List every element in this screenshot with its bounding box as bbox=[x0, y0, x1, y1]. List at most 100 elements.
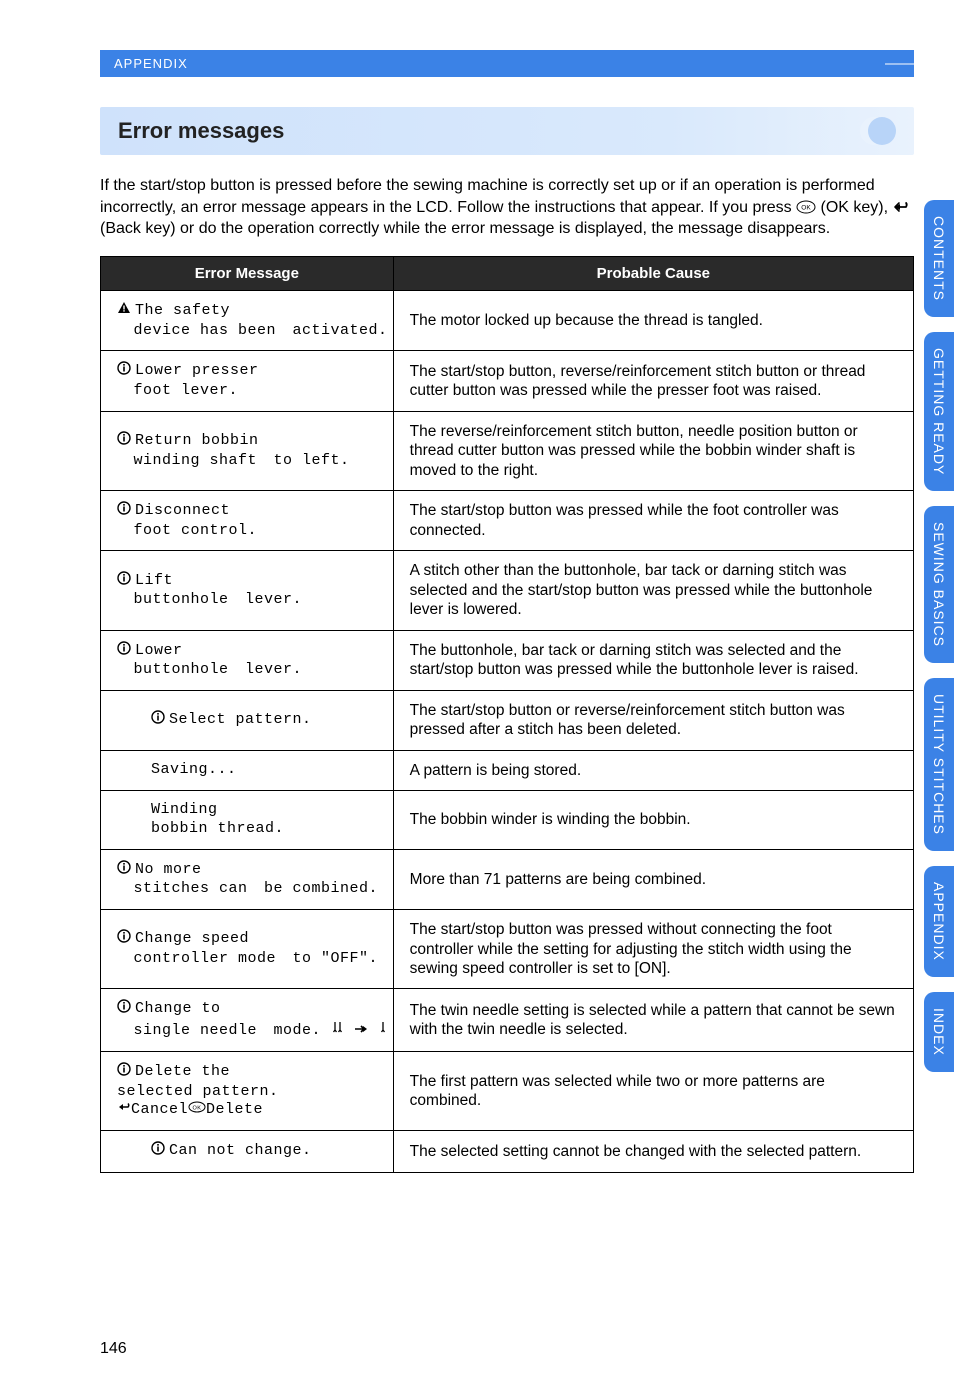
lcd-line: bobbin thread. bbox=[151, 820, 284, 839]
lcd-line: lever. bbox=[229, 591, 303, 610]
lcd-line: foot control. bbox=[117, 522, 257, 541]
info-icon bbox=[117, 999, 131, 1020]
lcd-line: buttonhole bbox=[117, 591, 229, 610]
lcd-line: be combined. bbox=[248, 880, 379, 899]
page-number: 146 bbox=[100, 1340, 127, 1358]
intro-ok-label: (OK key), bbox=[821, 199, 889, 216]
probable-cause-cell: The start/stop button, reverse/reinforce… bbox=[393, 351, 913, 412]
error-message-cell: Delete theselected pattern.CancelOKDelet… bbox=[101, 1051, 394, 1130]
lcd-message: Disconnectfoot control. bbox=[117, 501, 257, 541]
error-message-cell: Return bobbinwinding shaftto left. bbox=[101, 411, 394, 490]
svg-text:OK: OK bbox=[193, 1106, 202, 1112]
side-tab[interactable]: SEWING BASICS bbox=[924, 506, 954, 663]
intro-paragraph: If the start/stop button is pressed befo… bbox=[100, 175, 914, 240]
intro-text-1: If the start/stop button is pressed befo… bbox=[100, 177, 875, 216]
info-icon bbox=[117, 501, 131, 522]
error-message-cell: Lower presserfoot lever. bbox=[101, 351, 394, 412]
lcd-message: The safetydevice has beenactivated. bbox=[117, 301, 388, 341]
lcd-message: Change speedcontroller modeto "OFF". bbox=[117, 929, 378, 969]
lcd-message: Saving... bbox=[151, 761, 237, 780]
error-message-cell: No morestitches canbe combined. bbox=[101, 849, 394, 910]
error-message-cell: Select pattern. bbox=[101, 691, 394, 751]
lcd-message: Delete theselected pattern.CancelOKDelet… bbox=[117, 1062, 279, 1120]
lcd-line: buttonhole bbox=[117, 661, 229, 680]
info-icon bbox=[117, 929, 131, 950]
info-icon bbox=[117, 860, 131, 881]
lcd-message: Liftbuttonholelever. bbox=[117, 571, 302, 611]
error-message-cell: The safetydevice has beenactivated. bbox=[101, 290, 394, 351]
lcd-line: activated. bbox=[276, 322, 388, 341]
info-icon bbox=[117, 431, 131, 452]
error-message-cell: Liftbuttonholelever. bbox=[101, 551, 394, 630]
info-icon bbox=[117, 571, 131, 592]
lcd-message: Can not change. bbox=[151, 1141, 312, 1162]
table-row: Change tosingle needlemode. The twin nee… bbox=[101, 989, 914, 1052]
info-icon bbox=[151, 1141, 165, 1162]
single-needle-icon bbox=[378, 1022, 388, 1039]
info-icon bbox=[117, 361, 131, 382]
lcd-message: Lowerbuttonholelever. bbox=[117, 641, 302, 681]
probable-cause-cell: The motor locked up because the thread i… bbox=[393, 290, 913, 351]
error-message-cell: Windingbobbin thread. bbox=[101, 791, 394, 850]
side-tab[interactable]: CONTENTS bbox=[924, 200, 954, 317]
side-tab[interactable]: INDEX bbox=[924, 992, 954, 1072]
lcd-line: to left. bbox=[257, 452, 350, 471]
back-key-icon bbox=[117, 1101, 131, 1118]
info-icon bbox=[117, 1062, 131, 1083]
probable-cause-cell: The start/stop button or reverse/reinfor… bbox=[393, 691, 913, 751]
breadcrumb-bar: APPENDIX bbox=[100, 50, 914, 77]
lcd-line: Lift bbox=[135, 572, 173, 591]
side-tabs: CONTENTS GETTING READY SEWING BASICS UTILIT… bbox=[924, 200, 954, 1072]
lcd-line: Change to bbox=[135, 1000, 221, 1019]
main-content: Error messages If the start/stop button … bbox=[100, 107, 914, 1173]
lcd-line: Can not change. bbox=[169, 1142, 312, 1161]
lcd-line: selected pattern. bbox=[117, 1083, 279, 1102]
probable-cause-cell: The start/stop button was pressed withou… bbox=[393, 910, 913, 989]
ok-key-icon: OK bbox=[796, 200, 816, 214]
lcd-line: Change speed bbox=[135, 930, 249, 949]
probable-cause-cell: The twin needle setting is selected whil… bbox=[393, 989, 913, 1052]
table-row: Lower presserfoot lever.The start/stop b… bbox=[101, 351, 914, 412]
ok-key-icon: OK bbox=[188, 1101, 206, 1118]
probable-cause-cell: The reverse/reinforcement stitch button,… bbox=[393, 411, 913, 490]
probable-cause-cell: The first pattern was selected while two… bbox=[393, 1051, 913, 1130]
col-header-cause: Probable Cause bbox=[393, 256, 913, 290]
lcd-line: The safety bbox=[135, 302, 230, 321]
lcd-line: foot lever. bbox=[117, 382, 238, 401]
lcd-message: Windingbobbin thread. bbox=[151, 801, 284, 839]
col-header-message: Error Message bbox=[101, 256, 394, 290]
table-row: Saving...A pattern is being stored. bbox=[101, 750, 914, 790]
side-tab[interactable]: UTILITY STITCHES bbox=[924, 678, 954, 851]
side-tab[interactable]: GETTING READY bbox=[924, 332, 954, 491]
lcd-line: Select pattern. bbox=[169, 711, 312, 730]
table-row: Return bobbinwinding shaftto left.The re… bbox=[101, 411, 914, 490]
lcd-line: Delete the bbox=[135, 1063, 230, 1082]
lcd-line: lever. bbox=[229, 661, 303, 680]
table-row: Disconnectfoot control.The start/stop bu… bbox=[101, 490, 914, 551]
probable-cause-cell: The buttonhole, bar tack or darning stit… bbox=[393, 630, 913, 691]
lcd-line: Winding bbox=[151, 801, 284, 820]
lcd-message: Select pattern. bbox=[151, 710, 312, 731]
table-row: Select pattern. The start/stop button or … bbox=[101, 691, 914, 751]
lcd-line: Return bobbin bbox=[135, 432, 259, 451]
warning-icon bbox=[117, 301, 131, 322]
error-message-cell: Change speedcontroller modeto "OFF". bbox=[101, 910, 394, 989]
info-icon bbox=[151, 710, 165, 731]
table-row: The safetydevice has beenactivated.The m… bbox=[101, 290, 914, 351]
error-message-cell: Disconnectfoot control. bbox=[101, 490, 394, 551]
lcd-line: No more bbox=[135, 861, 202, 880]
table-row: Change speedcontroller modeto "OFF". The … bbox=[101, 910, 914, 989]
svg-text:OK: OK bbox=[801, 205, 811, 212]
back-key-icon bbox=[893, 200, 911, 214]
arrow-right-icon bbox=[354, 1022, 368, 1039]
side-tab[interactable]: APPENDIX bbox=[924, 866, 954, 977]
table-row: Windingbobbin thread. The bobbin winder i… bbox=[101, 791, 914, 850]
lcd-line: Disconnect bbox=[135, 502, 230, 521]
intro-text-2: (Back key) or do the operation correctly… bbox=[100, 220, 830, 237]
error-message-cell: Lowerbuttonholelever. bbox=[101, 630, 394, 691]
probable-cause-cell: The bobbin winder is winding the bobbin. bbox=[393, 791, 913, 850]
error-message-cell: Can not change. bbox=[101, 1131, 394, 1173]
error-message-cell: Saving... bbox=[101, 750, 394, 790]
section-title-text: Error messages bbox=[118, 118, 284, 144]
breadcrumb-text: APPENDIX bbox=[114, 56, 188, 71]
